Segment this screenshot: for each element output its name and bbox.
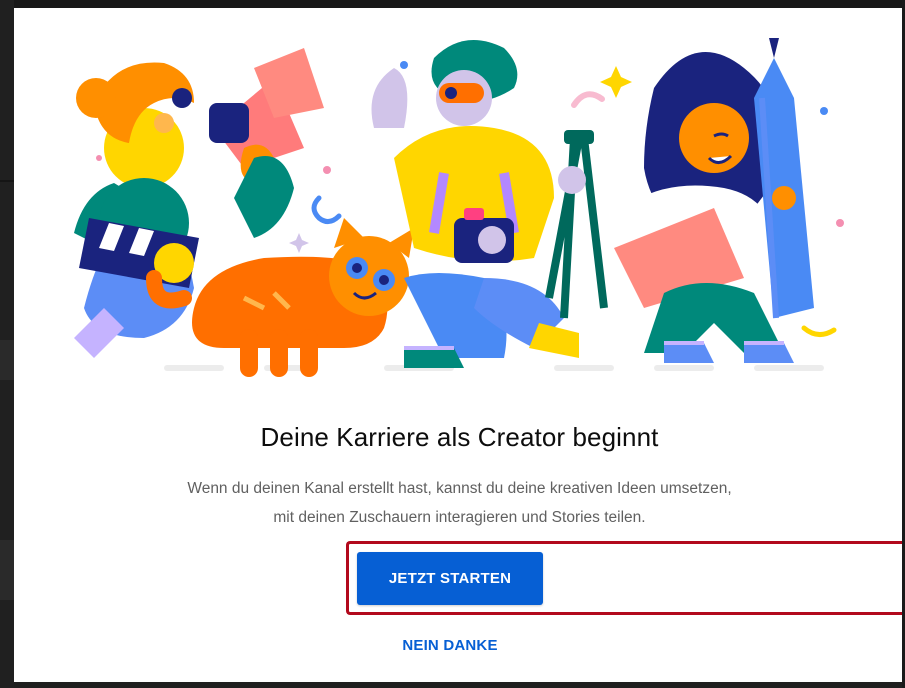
creators-illustration <box>74 38 844 377</box>
dialog-description: Wenn du deinen Kanal erstellt hast, kann… <box>94 474 825 532</box>
floor-shadows <box>164 365 824 371</box>
no-thanks-button[interactable]: NEIN DANKE <box>380 630 520 660</box>
description-line-2: mit deinen Zuschauern interagieren und S… <box>273 509 646 526</box>
person-pencil <box>614 38 814 363</box>
person-camera <box>371 40 608 368</box>
dialog-title: Deine Karriere als Creator beginnt <box>260 422 659 452</box>
description-line-1: Wenn du deinen Kanal erstellt hast, kann… <box>187 480 732 497</box>
background-page-left <box>0 0 14 688</box>
start-button[interactable]: JETZT STARTEN <box>357 552 543 605</box>
